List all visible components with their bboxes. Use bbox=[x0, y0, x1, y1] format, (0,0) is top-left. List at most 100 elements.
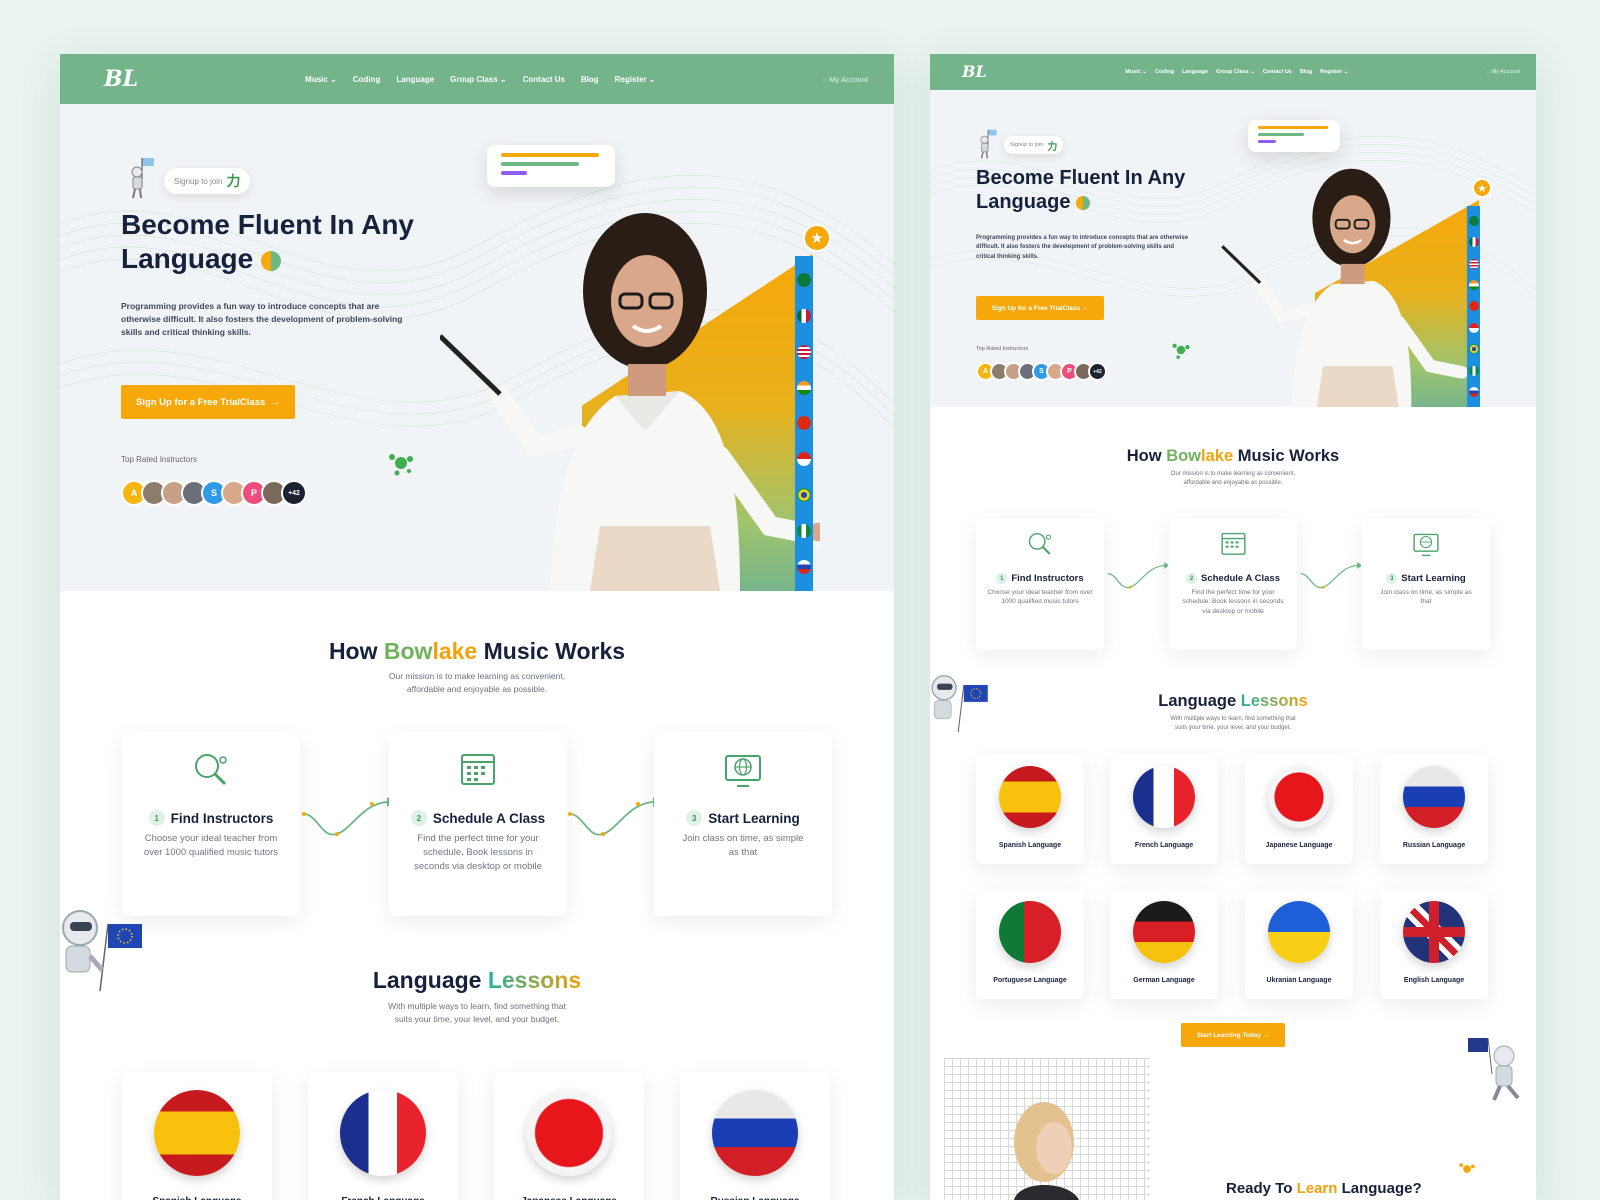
lessons-title-part1: Language bbox=[1158, 692, 1241, 710]
language-lessons-title: Language Lessons bbox=[60, 967, 894, 994]
free-trial-button[interactable]: Sign Up for a Free TrialClass → bbox=[121, 385, 295, 419]
language-card-spanish[interactable]: Spanish Language bbox=[122, 1072, 272, 1200]
nav-item-contact-us[interactable]: Contact Us bbox=[1263, 69, 1292, 75]
instructor-avatars: A S P +42 bbox=[976, 362, 1107, 381]
signup-to-join-pill[interactable]: Signup to join 力 bbox=[164, 168, 251, 194]
wavy-arrow-decoration bbox=[302, 797, 392, 836]
start-learning-today-button[interactable]: Start Learning Today → bbox=[1181, 1023, 1285, 1047]
progress-bar-green bbox=[501, 162, 579, 166]
main-menu: Music ⌄ Coding Language Group Class ⌄ Co… bbox=[138, 75, 823, 84]
step-number: 2 bbox=[410, 810, 427, 826]
language-label: Ukranian Language bbox=[1266, 977, 1332, 984]
green-splash-icon bbox=[1172, 343, 1190, 359]
step-number: 2 bbox=[1185, 573, 1197, 584]
site-logo[interactable]: BL bbox=[962, 64, 987, 80]
how-title-part3: Music Works bbox=[1233, 447, 1340, 465]
nav-item-blog[interactable]: Blog bbox=[1300, 69, 1312, 75]
calendar-icon bbox=[461, 754, 495, 785]
step-card-schedule-class[interactable]: 2 Schedule A Class Find the perfect time … bbox=[1169, 518, 1297, 650]
flag-spain-icon bbox=[999, 766, 1061, 828]
my-account-link[interactable]: ◌ My Account bbox=[823, 75, 868, 84]
step-title: Find Instructors bbox=[1011, 573, 1084, 584]
step-card-schedule-class[interactable]: 2 Schedule A Class Find the perfect time … bbox=[389, 732, 567, 916]
nav-item-group-class[interactable]: Group Class ⌄ bbox=[450, 75, 507, 84]
star-badge-icon: ★ bbox=[803, 224, 831, 252]
step-card-start-learning[interactable]: 3 Start Learning Join class on time, as s… bbox=[1362, 518, 1490, 650]
my-account-link[interactable]: ◌ My Account bbox=[1487, 69, 1520, 75]
lessons-subtitle-line1: With multiple ways to learn, find someth… bbox=[1170, 716, 1296, 722]
flag-usa-icon bbox=[1468, 258, 1479, 269]
lessons-title-highlight: Lessons bbox=[1240, 692, 1308, 710]
teacher-photo bbox=[440, 213, 820, 591]
nav-item-coding[interactable]: Coding bbox=[1155, 69, 1174, 75]
top-rated-label: Top Rated Instructors bbox=[976, 346, 1029, 352]
hero-title-line1: Become Fluent In Any bbox=[976, 167, 1186, 189]
signup-pill-char: 力 bbox=[226, 174, 241, 190]
language-label: Portuguese Language bbox=[993, 977, 1067, 984]
lessons-title-highlight: Lessons bbox=[487, 967, 582, 993]
arrow-right-icon: → bbox=[1081, 304, 1089, 312]
flag-russia-icon bbox=[797, 559, 811, 574]
nav-item-blog[interactable]: Blog bbox=[581, 75, 599, 84]
hero-description: Programming provides a fun way to introd… bbox=[121, 301, 403, 338]
nav-item-group-class[interactable]: Group Class ⌄ bbox=[1216, 69, 1255, 75]
language-label: Japanese Language bbox=[1265, 842, 1333, 849]
flag-brazil-icon bbox=[1468, 344, 1479, 355]
language-label: English Language bbox=[1403, 977, 1465, 984]
free-trial-button[interactable]: Sign Up for a Free TrialClass → bbox=[976, 296, 1104, 320]
nav-item-music[interactable]: Music ⌄ bbox=[305, 75, 337, 84]
language-card-english[interactable]: English Language bbox=[1380, 889, 1488, 999]
top-navbar: BL Music ⌄ Coding Language Group Class ⌄… bbox=[930, 54, 1536, 90]
nav-item-contact-us[interactable]: Contact Us bbox=[523, 75, 565, 84]
calendar-icon bbox=[1220, 532, 1246, 555]
language-card-russian[interactable]: Russian Language bbox=[1380, 754, 1488, 864]
step-title: Schedule A Class bbox=[1200, 573, 1281, 584]
flag-pakistan-icon bbox=[797, 272, 811, 287]
progress-bar-orange bbox=[1258, 126, 1328, 129]
avatar-more-count[interactable]: +42 bbox=[281, 480, 307, 506]
language-card-japanese[interactable]: Japanese Language bbox=[494, 1072, 644, 1200]
lessons-subtitle-line2: suits your time, your level, and your bu… bbox=[1174, 725, 1292, 731]
nav-item-music[interactable]: Music ⌄ bbox=[1125, 69, 1147, 75]
language-card-spanish[interactable]: Spanish Language bbox=[976, 754, 1084, 864]
site-logo[interactable]: BL bbox=[104, 68, 138, 90]
avatar-more-count[interactable]: +42 bbox=[1088, 362, 1107, 381]
language-card-portuguese[interactable]: Portuguese Language bbox=[976, 889, 1084, 999]
ready-part1: Ready To bbox=[1226, 1180, 1297, 1197]
hero-title-line2: Language bbox=[976, 191, 1071, 214]
language-card-japanese[interactable]: Japanese Language bbox=[1245, 754, 1353, 864]
nav-item-coding[interactable]: Coding bbox=[353, 75, 381, 84]
step-card-find-instructors[interactable]: 1 Find Instructors Choose your ideal teac… bbox=[122, 732, 300, 916]
globe-monitor-icon bbox=[1413, 533, 1439, 557]
language-card-ukrainian[interactable]: Ukranian Language bbox=[1245, 889, 1353, 999]
ready-highlight: Learn bbox=[1296, 1180, 1338, 1197]
hero-title-line1: Become Fluent In Any bbox=[121, 209, 415, 240]
step-title-row: 2 Schedule A Class bbox=[1175, 573, 1291, 584]
pie-icon bbox=[1076, 196, 1091, 211]
signup-to-join-pill[interactable]: Signup to join 力 bbox=[1004, 136, 1064, 154]
hero-section: Signup to join 力 Become Fluent In Any Lan… bbox=[930, 90, 1536, 407]
language-card-french[interactable]: French Language bbox=[1110, 754, 1218, 864]
how-title-part1: How bbox=[1126, 447, 1167, 465]
language-label: German Language bbox=[1133, 977, 1195, 984]
nav-item-register[interactable]: Register ⌄ bbox=[1320, 69, 1348, 75]
how-subtitle-line1: Our mission is to make learning as conve… bbox=[388, 671, 566, 681]
language-card-russian[interactable]: Russian Language bbox=[680, 1072, 830, 1200]
how-subtitle: Our mission is to make learning as conve… bbox=[930, 470, 1536, 488]
step-description: Find the perfect time for your schedule.… bbox=[414, 833, 542, 872]
nav-item-language[interactable]: Language bbox=[396, 75, 434, 84]
language-card-french[interactable]: French Language bbox=[308, 1072, 458, 1200]
step-title: Find Instructors bbox=[170, 810, 274, 826]
nav-item-register[interactable]: Register ⌄ bbox=[615, 75, 656, 84]
step-card-find-instructors[interactable]: 1 Find Instructors Choose your ideal teac… bbox=[976, 518, 1104, 650]
nav-item-language[interactable]: Language bbox=[1182, 69, 1208, 75]
step-number: 3 bbox=[686, 810, 703, 826]
progress-card bbox=[487, 145, 615, 187]
instructor-avatars: A S P +42 bbox=[121, 480, 307, 506]
language-card-german[interactable]: German Language bbox=[1110, 889, 1218, 999]
lessons-title-part1: Language bbox=[372, 967, 488, 993]
wavy-arrow-decoration bbox=[1300, 562, 1361, 589]
flags-sidebar bbox=[1467, 206, 1480, 407]
step-title: Schedule A Class bbox=[432, 810, 546, 826]
step-card-start-learning[interactable]: 3 Start Learning Join class on time, as s… bbox=[654, 732, 832, 916]
